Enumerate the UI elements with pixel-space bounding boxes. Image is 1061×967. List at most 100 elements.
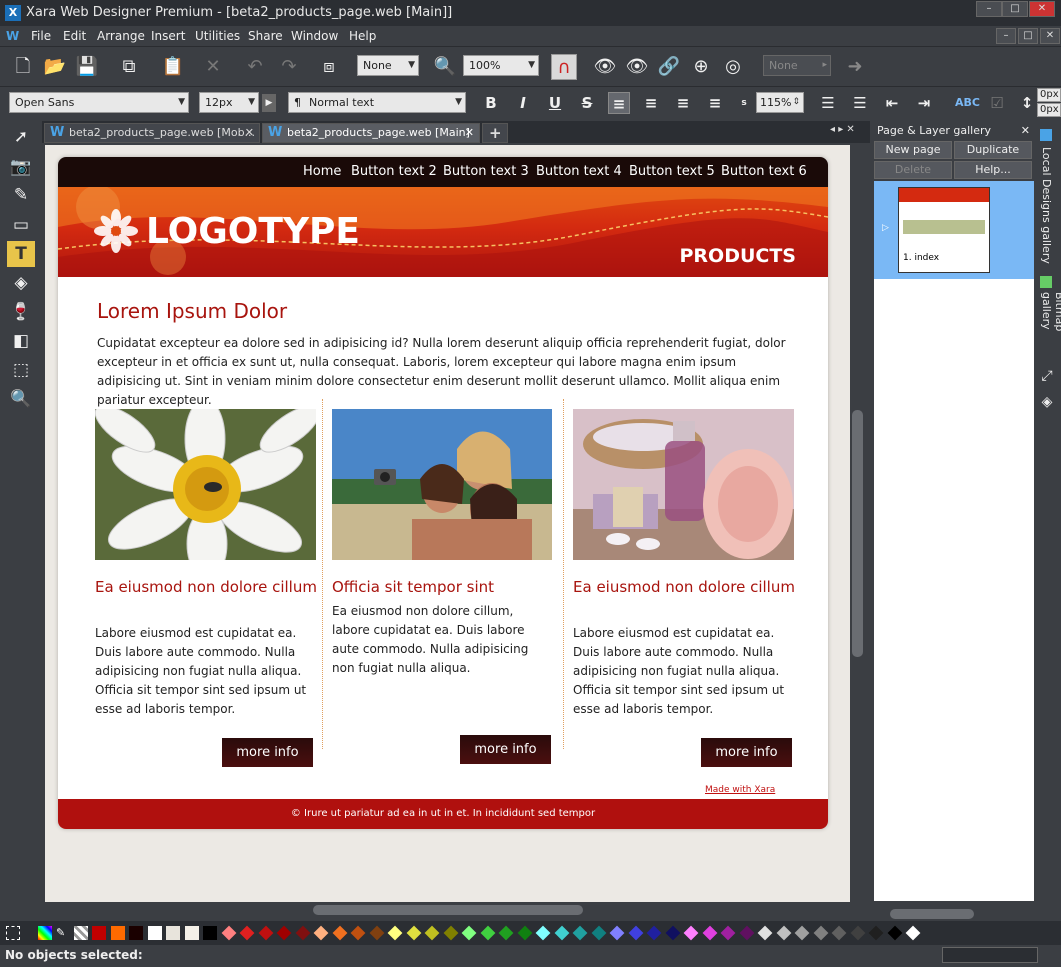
color-swatch[interactable]: [794, 925, 810, 941]
bullet-list-icon[interactable]: ☰: [817, 92, 839, 114]
delete-icon[interactable]: ✕: [200, 54, 226, 80]
made-with-xara-link[interactable]: Made with Xara: [705, 785, 775, 795]
size-arrow-icon[interactable]: ▶: [262, 94, 276, 112]
spacing-input-b[interactable]: 0px: [1037, 103, 1061, 117]
horizontal-scrollbar[interactable]: [45, 902, 850, 918]
expand-arrow-icon[interactable]: ▷: [882, 223, 889, 233]
color-swatch[interactable]: [203, 926, 217, 940]
redo-icon[interactable]: ↷: [276, 54, 302, 80]
align-right-icon[interactable]: ≡: [672, 92, 694, 114]
tab-nav-icon[interactable]: ◂ ▸ ✕: [830, 124, 855, 135]
color-swatch[interactable]: [92, 926, 106, 940]
transparent-swatch[interactable]: [74, 926, 88, 940]
color-swatch[interactable]: [424, 925, 440, 941]
nav-button-4[interactable]: Button text 4: [536, 164, 622, 179]
zoom-icon[interactable]: 🔍: [432, 54, 458, 80]
nav-button-5[interactable]: Button text 5: [629, 164, 715, 179]
menu-arrange[interactable]: Arrange: [97, 29, 145, 43]
eyedropper-icon[interactable]: ✎: [56, 926, 70, 940]
tab-main[interactable]: Wbeta2_products_page.web [Main] ✕: [262, 123, 480, 143]
apply-arrow-icon[interactable]: ➜: [842, 54, 868, 80]
color-swatch[interactable]: [609, 925, 625, 941]
paste-icon[interactable]: 📋: [160, 54, 186, 80]
more-info-button-2[interactable]: more info: [460, 735, 551, 764]
color-swatch[interactable]: [221, 925, 236, 941]
italic-icon[interactable]: I: [512, 92, 534, 114]
selector-tool-icon[interactable]: ➚: [7, 124, 35, 150]
bitmap-gallery-tab[interactable]: Bitmap gallery: [1036, 272, 1061, 372]
page-thumbnail[interactable]: 1. index: [898, 187, 990, 273]
gallery-close-icon[interactable]: ✕: [1021, 121, 1030, 140]
new-page-button[interactable]: New page: [874, 141, 952, 159]
more-info-button-3[interactable]: more info: [701, 738, 792, 767]
close-button[interactable]: ✕: [1029, 1, 1055, 17]
color-swatch[interactable]: [739, 925, 754, 941]
color-swatch[interactable]: [868, 925, 884, 941]
web-properties-icon[interactable]: ⊕: [688, 54, 714, 80]
color-swatch[interactable]: [184, 926, 199, 940]
color-swatch[interactable]: [554, 925, 569, 941]
color-swatch[interactable]: [628, 925, 643, 941]
superscript-icon[interactable]: s: [733, 92, 755, 114]
menu-utilities[interactable]: Utilities: [195, 29, 240, 43]
color-swatch[interactable]: [757, 925, 773, 941]
color-swatch[interactable]: [258, 925, 273, 941]
vertical-scrollbar[interactable]: [850, 145, 866, 902]
bold-icon[interactable]: B: [480, 92, 502, 114]
line-spacing-input[interactable]: 115% ⇕: [756, 92, 804, 113]
doc-restore-button[interactable]: □: [1018, 28, 1038, 44]
color-picker-icon[interactable]: [38, 926, 52, 940]
color-swatch[interactable]: [313, 925, 329, 941]
help-button[interactable]: Help...: [954, 161, 1032, 179]
color-swatch[interactable]: [572, 925, 588, 941]
maximize-button[interactable]: □: [1002, 1, 1028, 17]
spell-check-icon[interactable]: ABC: [955, 92, 980, 114]
color-swatch[interactable]: [406, 925, 421, 941]
bring-to-front-icon[interactable]: ⧈: [316, 54, 342, 80]
close-tab-icon[interactable]: ✕: [465, 124, 474, 142]
undo-icon[interactable]: ↶: [242, 54, 268, 80]
zoom-select[interactable]: 100% ▼: [463, 55, 539, 76]
preview-page-icon[interactable]: 👁: [624, 54, 650, 80]
strikethrough-icon[interactable]: S: [576, 92, 598, 114]
freehand-tool-icon[interactable]: ✎: [7, 182, 35, 208]
new-file-icon[interactable]: 🗋: [10, 54, 36, 80]
indent-decrease-icon[interactable]: ⇤: [881, 92, 903, 114]
copy-icon[interactable]: ⧉: [116, 54, 142, 80]
more-info-button-1[interactable]: more info: [222, 738, 313, 767]
page-thumbnail-row[interactable]: ▷ 1. index: [874, 181, 1034, 279]
no-color-swatch[interactable]: [6, 926, 20, 940]
font-select[interactable]: Open Sans ▼: [9, 92, 189, 113]
menu-file[interactable]: File: [31, 29, 51, 43]
text-tool-icon[interactable]: T: [7, 241, 35, 267]
color-swatch[interactable]: [887, 925, 902, 941]
photo-tool-icon[interactable]: 📷: [7, 154, 35, 180]
font-size-select[interactable]: 12px ▼: [199, 92, 259, 113]
delete-button[interactable]: Delete: [874, 161, 952, 179]
numbered-list-icon[interactable]: ☰: [849, 92, 871, 114]
shadow-tool-icon[interactable]: ◧: [7, 328, 35, 354]
align-left-icon[interactable]: ≡: [608, 92, 630, 114]
horizontal-scroll-thumb[interactable]: [313, 905, 583, 915]
check-icon[interactable]: ☑: [986, 92, 1008, 114]
color-swatch[interactable]: [813, 925, 828, 941]
duplicate-button[interactable]: Duplicate: [954, 141, 1032, 159]
vertical-scroll-thumb[interactable]: [852, 410, 863, 657]
color-swatch[interactable]: [591, 925, 606, 941]
color-swatch[interactable]: [683, 925, 699, 941]
close-tab-icon[interactable]: ✕: [245, 124, 254, 142]
menu-window[interactable]: Window: [291, 29, 338, 43]
preview-icon[interactable]: 👁: [592, 54, 618, 80]
add-tab-button[interactable]: +: [482, 123, 508, 143]
align-center-icon[interactable]: ≡: [640, 92, 662, 114]
page-tool-icon[interactable]: ⬚: [7, 357, 35, 383]
justify-icon[interactable]: ≡: [704, 92, 726, 114]
color-swatch[interactable]: [905, 925, 921, 941]
fill-tool-icon[interactable]: ◈: [7, 270, 35, 296]
daisy-flower-image[interactable]: [95, 409, 316, 560]
zoom-tool-icon[interactable]: 🔍: [7, 386, 35, 412]
color-swatch[interactable]: [387, 925, 403, 941]
underline-icon[interactable]: U: [544, 92, 566, 114]
color-swatch[interactable]: [295, 925, 310, 941]
color-swatch[interactable]: [831, 925, 847, 941]
